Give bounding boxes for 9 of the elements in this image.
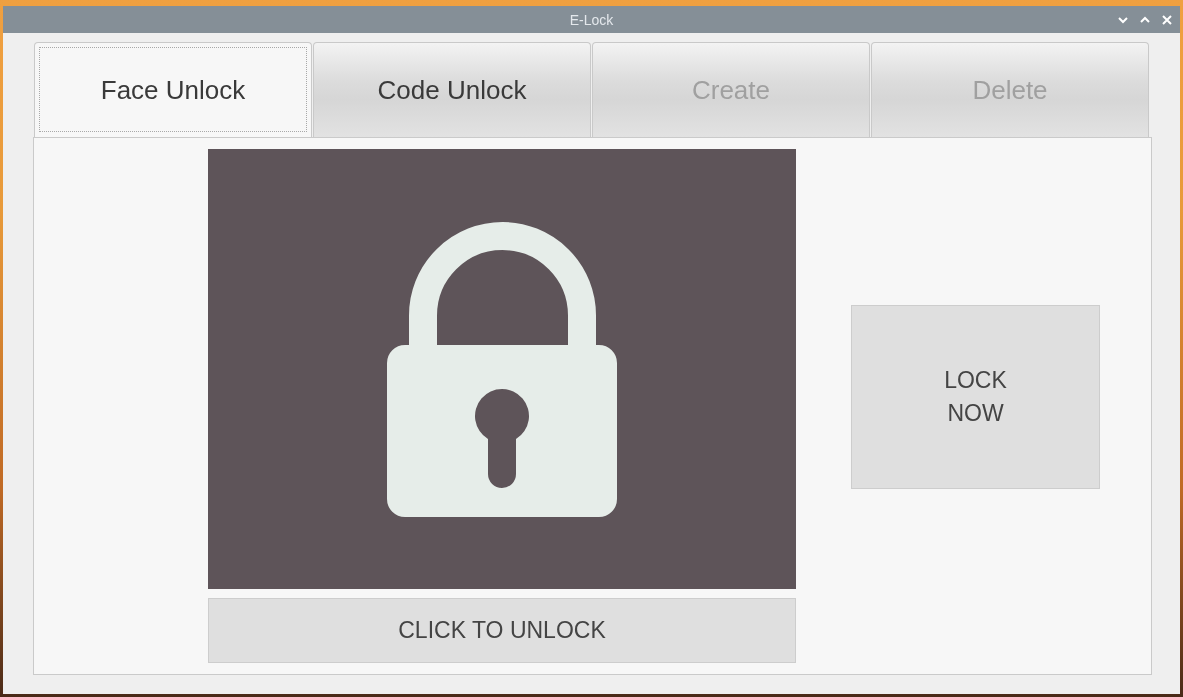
padlock-icon (387, 221, 617, 517)
window-title: E-Lock (569, 11, 614, 28)
close-icon[interactable] (1162, 14, 1172, 25)
tab[interactable]: Face Unlock (34, 42, 312, 137)
unlock-button[interactable]: CLICK TO UNLOCK (208, 598, 796, 663)
lock-now-button[interactable]: LOCK NOW (851, 305, 1100, 489)
minimize-icon[interactable] (1118, 14, 1128, 25)
tab[interactable]: Code Unlock (313, 42, 591, 137)
maximize-icon[interactable] (1140, 14, 1150, 25)
